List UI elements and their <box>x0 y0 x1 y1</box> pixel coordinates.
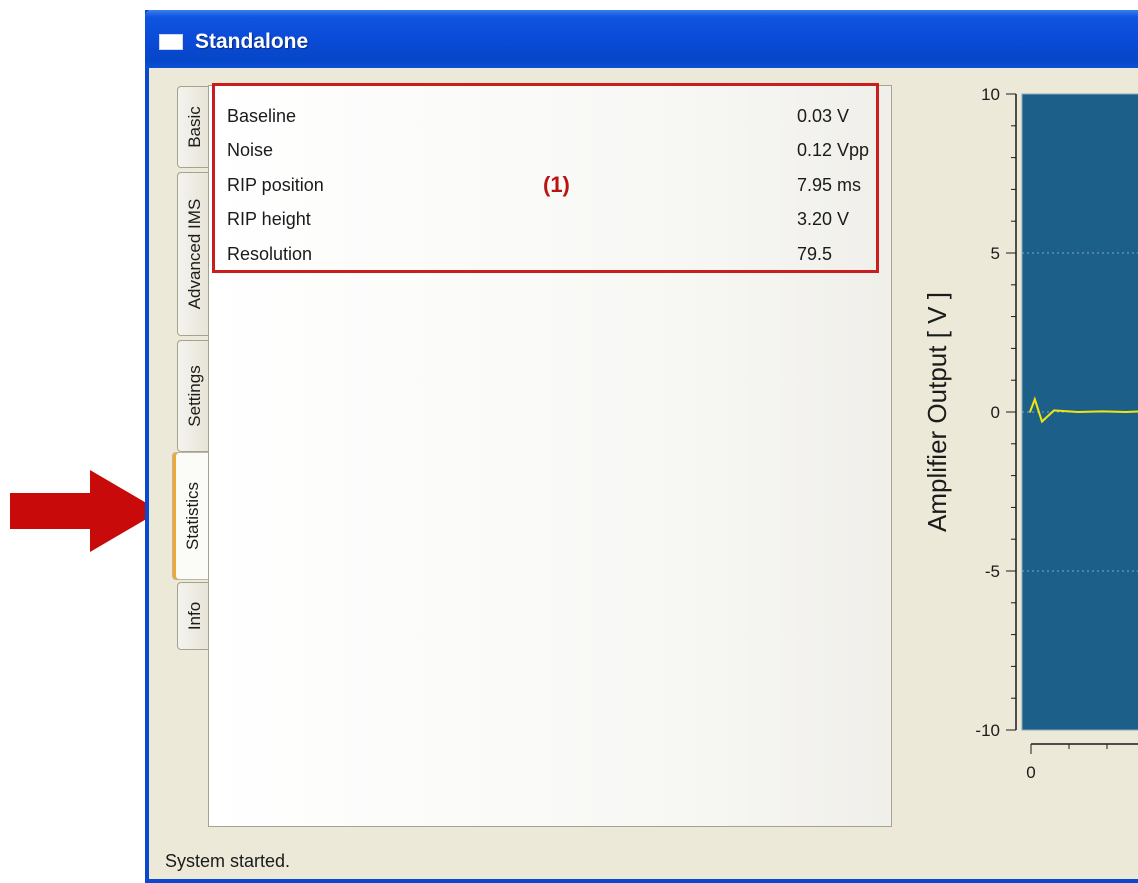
y-tick-label: 0 <box>991 403 1000 422</box>
y-tick-label: -5 <box>985 562 1000 581</box>
tab-basic-label: Basic <box>184 106 204 148</box>
data-point <box>1125 411 1127 413</box>
stat-row-resolution: Resolution 79.5 <box>227 244 872 274</box>
stat-label: Resolution <box>227 244 313 264</box>
tab-advanced-ims[interactable]: Advanced IMS <box>177 172 211 336</box>
status-bar-text: System started. <box>165 851 291 871</box>
title-bar[interactable]: Standalone <box>145 10 1138 68</box>
window-title: Standalone <box>195 30 309 53</box>
tab-advanced-ims-label: Advanced IMS <box>184 198 204 310</box>
stat-label: Noise <box>227 140 274 160</box>
y-tick-label: 10 <box>981 85 1000 104</box>
tab-info-label: Info <box>184 601 204 631</box>
y-tick-label: -10 <box>975 721 1000 740</box>
x-tick-label: 0 <box>1026 763 1035 782</box>
data-point <box>1041 420 1043 423</box>
data-point <box>1029 411 1031 413</box>
stat-value: 0.12 Vpp <box>797 140 870 160</box>
data-point <box>1101 410 1103 413</box>
red-arrow-icon <box>10 470 160 556</box>
data-point <box>1053 409 1055 412</box>
window-icon <box>159 34 183 50</box>
tab-info[interactable]: Info <box>177 582 211 650</box>
tab-settings[interactable]: Settings <box>177 340 211 452</box>
stat-value: 3.20 V <box>797 209 850 229</box>
stat-value: 79.5 <box>797 244 833 264</box>
tab-basic[interactable]: Basic <box>177 86 211 168</box>
stat-row-rip-height: RIP height 3.20 V <box>227 209 872 239</box>
stat-value: 0.03 V <box>797 106 850 126</box>
y-axis-title: Amplifier Output [ V ] <box>922 292 952 532</box>
tab-statistics[interactable]: Statistics <box>172 452 212 580</box>
amplifier-output-chart: 10 5 0 -5 -10 Amplifier Output [ V ] 0 <box>922 85 1138 782</box>
stat-label: RIP position <box>227 175 324 195</box>
stat-value: 7.95 ms <box>797 175 862 195</box>
stat-label: RIP height <box>227 209 311 229</box>
stat-row-baseline: Baseline 0.03 V <box>227 106 872 136</box>
stat-label: Baseline <box>227 106 297 126</box>
tab-settings-label: Settings <box>184 365 204 427</box>
tab-statistics-label: Statistics <box>182 481 202 551</box>
data-point <box>1034 398 1036 401</box>
stat-row-noise: Noise 0.12 Vpp <box>227 140 872 170</box>
data-point <box>1077 411 1079 413</box>
callout-label: (1) <box>543 172 570 197</box>
y-tick-label: 5 <box>991 244 1000 263</box>
